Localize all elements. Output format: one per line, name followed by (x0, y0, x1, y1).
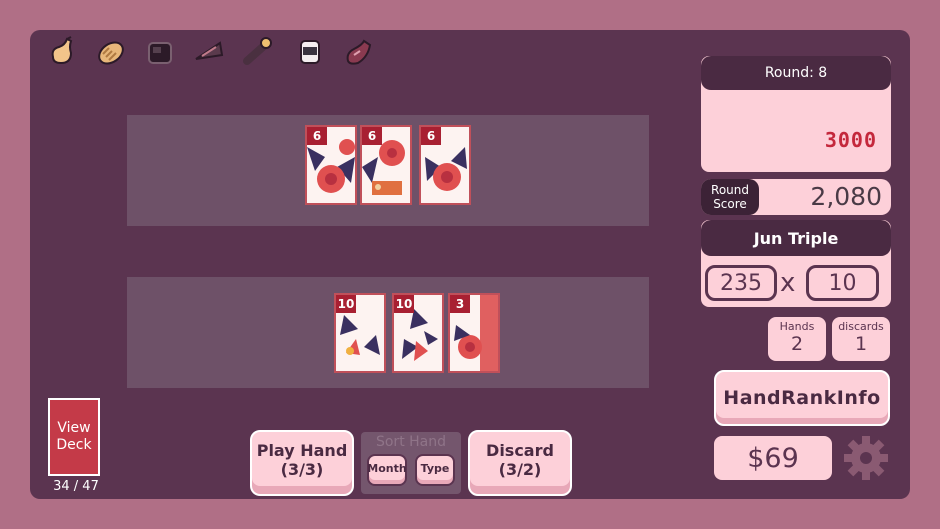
play-hand-button[interactable]: Play Hand (3/3) (250, 430, 354, 496)
round-target-score: 3000 (824, 128, 877, 152)
card-value: 10 (336, 295, 356, 313)
deck-count: 34 / 47 (53, 479, 99, 494)
pear-relic-icon[interactable] (44, 34, 80, 70)
played-card[interactable]: 6 (419, 125, 471, 205)
hand-type-name: Jun Triple (701, 220, 891, 256)
bone-relic-icon[interactable] (240, 34, 276, 70)
multiply-sign: x (780, 268, 796, 298)
discard-button[interactable]: Discard (3/2) (468, 430, 572, 496)
card-value: 6 (307, 127, 327, 145)
gear-icon[interactable] (842, 434, 890, 482)
bread-relic-icon[interactable] (93, 34, 129, 70)
played-card[interactable]: 6 (305, 125, 357, 205)
card-value: 6 (362, 127, 382, 145)
hand-zone (127, 277, 649, 388)
hand-card[interactable]: 10 (334, 293, 386, 373)
pot-relic-icon[interactable] (142, 34, 178, 70)
pie-relic-icon[interactable] (191, 34, 227, 70)
played-card[interactable]: 6 (360, 125, 412, 205)
drumstick-relic-icon[interactable] (341, 34, 377, 70)
sort-month-button[interactable]: Month (367, 454, 407, 486)
hand-rank-info-button[interactable]: HandRankInfo (714, 370, 890, 426)
card-value: 10 (394, 295, 414, 313)
card-value: 6 (421, 127, 441, 145)
hands-remaining: Hands 2 (768, 317, 826, 361)
hand-card[interactable]: 10 (392, 293, 444, 373)
round-score-value: 2,080 (810, 182, 882, 211)
card-value: 3 (450, 295, 470, 313)
sort-hand-label: Sort Hand (375, 434, 446, 450)
chips-value: 235 (705, 265, 777, 301)
discards-remaining: discards 1 (832, 317, 890, 361)
round-label: Round: 8 (701, 56, 891, 90)
jar-relic-icon[interactable] (292, 34, 328, 70)
hand-card[interactable]: 3 (448, 293, 500, 373)
view-deck-button[interactable]: View Deck (48, 398, 100, 476)
round-score-label: Round Score (701, 179, 759, 215)
mult-value: 10 (806, 265, 879, 301)
money-display: $69 (714, 436, 832, 480)
sort-type-button[interactable]: Type (415, 454, 455, 486)
